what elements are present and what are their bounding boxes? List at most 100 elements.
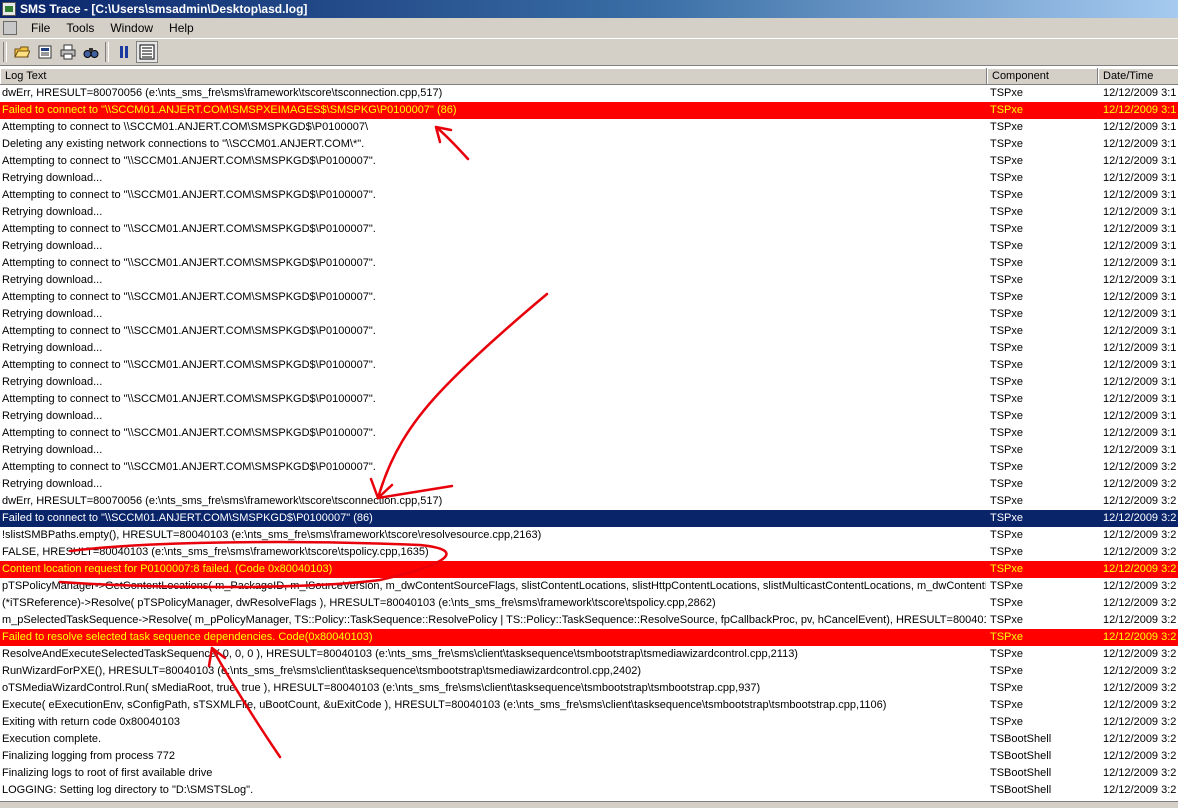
component-cell: TSPxe bbox=[990, 682, 1024, 694]
table-row[interactable]: Attempting to connect to "\\SCCM01.ANJER… bbox=[0, 289, 1178, 306]
component-cell: TSPxe bbox=[990, 529, 1024, 541]
system-menu-icon[interactable] bbox=[3, 21, 17, 35]
print-icon[interactable] bbox=[57, 41, 79, 63]
table-row[interactable]: Attempting to connect to "\\SCCM01.ANJER… bbox=[0, 459, 1178, 476]
log-text-cell: Attempting to connect to "\\SCCM01.ANJER… bbox=[2, 291, 376, 303]
table-row[interactable]: oTSMediaWizardControl.Run( sMediaRoot, t… bbox=[0, 680, 1178, 697]
table-row[interactable]: Attempting to connect to "\\SCCM01.ANJER… bbox=[0, 255, 1178, 272]
menu-file[interactable]: File bbox=[23, 21, 58, 35]
table-row[interactable]: dwErr, HRESULT=80070056 (e:\nts_sms_fre\… bbox=[0, 85, 1178, 102]
table-row[interactable]: LOGGING: Setting log directory to "D:\SM… bbox=[0, 782, 1178, 799]
menu-window[interactable]: Window bbox=[102, 21, 161, 35]
component-cell: TSPxe bbox=[990, 121, 1024, 133]
table-row[interactable]: (*iTSReference)->Resolve( pTSPolicyManag… bbox=[0, 595, 1178, 612]
date-time-cell: 12/12/2009 3:1 bbox=[1103, 257, 1177, 269]
table-row[interactable]: RunWizardForPXE(), HRESULT=80040103 (e:\… bbox=[0, 663, 1178, 680]
component-cell: TSPxe bbox=[990, 240, 1024, 252]
component-cell: TSPxe bbox=[990, 155, 1024, 167]
component-cell: TSPxe bbox=[990, 376, 1024, 388]
table-row[interactable]: Retrying download... TSPxe 12/12/2009 3:1 bbox=[0, 442, 1178, 459]
table-row[interactable]: Attempting to connect to "\\SCCM01.ANJER… bbox=[0, 425, 1178, 442]
log-text-cell: Attempting to connect to "\\SCCM01.ANJER… bbox=[2, 189, 376, 201]
table-row[interactable]: Finalizing logs to root of first availab… bbox=[0, 765, 1178, 782]
date-time-cell: 12/12/2009 3:1 bbox=[1103, 274, 1177, 286]
component-cell: TSPxe bbox=[990, 104, 1024, 116]
open-icon[interactable] bbox=[11, 41, 33, 63]
table-row[interactable]: Failed to resolve selected task sequence… bbox=[0, 629, 1178, 646]
date-time-cell: 12/12/2009 3:2 bbox=[1103, 631, 1177, 643]
table-row[interactable]: Attempting to connect to "\\SCCM01.ANJER… bbox=[0, 357, 1178, 374]
date-time-cell: 12/12/2009 3:2 bbox=[1103, 546, 1177, 558]
table-row[interactable]: !slistSMBPaths.empty(), HRESULT=80040103… bbox=[0, 527, 1178, 544]
date-time-cell: 12/12/2009 3:1 bbox=[1103, 308, 1177, 320]
table-row[interactable]: Attempting to connect to "\\SCCM01.ANJER… bbox=[0, 391, 1178, 408]
log-text-cell: !slistSMBPaths.empty(), HRESULT=80040103… bbox=[2, 529, 542, 541]
table-row[interactable]: Finalizing logging from process 772 TSBoo… bbox=[0, 748, 1178, 765]
table-row[interactable]: Attempting to connect to \\SCCM01.ANJERT… bbox=[0, 119, 1178, 136]
table-row[interactable]: Attempting to connect to "\\SCCM01.ANJER… bbox=[0, 323, 1178, 340]
table-row[interactable]: Failed to connect to "\\SCCM01.ANJERT.CO… bbox=[0, 102, 1178, 119]
table-row[interactable]: dwErr, HRESULT=80070056 (e:\nts_sms_fre\… bbox=[0, 493, 1178, 510]
table-row[interactable]: Retrying download... TSPxe 12/12/2009 3:1 bbox=[0, 170, 1178, 187]
print-preview-icon[interactable] bbox=[34, 41, 56, 63]
component-cell: TSPxe bbox=[990, 172, 1024, 184]
toolbar bbox=[0, 38, 1178, 66]
table-row[interactable]: Retrying download... TSPxe 12/12/2009 3:2 bbox=[0, 476, 1178, 493]
menu-help[interactable]: Help bbox=[161, 21, 202, 35]
table-row[interactable]: Retrying download... TSPxe 12/12/2009 3:1 bbox=[0, 204, 1178, 221]
table-row[interactable]: Retrying download... TSPxe 12/12/2009 3:1 bbox=[0, 374, 1178, 391]
table-row[interactable]: Retrying download... TSPxe 12/12/2009 3:1 bbox=[0, 272, 1178, 289]
table-row[interactable]: Exiting with return code 0x80040103 TSPxe… bbox=[0, 714, 1178, 731]
log-text-cell: m_pSelectedTaskSequence->Resolve( m_pPol… bbox=[2, 614, 986, 626]
log-list[interactable]: dwErr, HRESULT=80070056 (e:\nts_sms_fre\… bbox=[0, 85, 1178, 800]
log-text-cell: dwErr, HRESULT=80070056 (e:\nts_sms_fre\… bbox=[2, 495, 443, 507]
table-row[interactable]: Failed to connect to "\\SCCM01.ANJERT.CO… bbox=[0, 510, 1178, 527]
pause-icon[interactable] bbox=[113, 41, 135, 63]
table-row[interactable]: Retrying download... TSPxe 12/12/2009 3:1 bbox=[0, 238, 1178, 255]
component-cell: TSPxe bbox=[990, 699, 1024, 711]
table-row[interactable]: Attempting to connect to "\\SCCM01.ANJER… bbox=[0, 221, 1178, 238]
menu-tools[interactable]: Tools bbox=[58, 21, 102, 35]
list-view-icon[interactable] bbox=[136, 41, 158, 63]
title-bar: SMS Trace - [C:\Users\smsadmin\Desktop\a… bbox=[0, 0, 1178, 18]
date-time-cell: 12/12/2009 3:1 bbox=[1103, 121, 1177, 133]
component-cell: TSPxe bbox=[990, 189, 1024, 201]
table-row[interactable]: Retrying download... TSPxe 12/12/2009 3:1 bbox=[0, 340, 1178, 357]
table-row[interactable]: Attempting to connect to "\\SCCM01.ANJER… bbox=[0, 153, 1178, 170]
component-cell: TSPxe bbox=[990, 665, 1024, 677]
table-row[interactable]: Attempting to connect to "\\SCCM01.ANJER… bbox=[0, 187, 1178, 204]
date-time-cell: 12/12/2009 3:2 bbox=[1103, 512, 1177, 524]
toolbar-separator bbox=[105, 42, 109, 62]
log-text-cell: Attempting to connect to \\SCCM01.ANJERT… bbox=[2, 121, 369, 133]
date-time-cell: 12/12/2009 3:2 bbox=[1103, 699, 1177, 711]
log-text-cell: Retrying download... bbox=[2, 172, 103, 184]
table-row[interactable]: pTSPolicyManager->GetContentLocations( m… bbox=[0, 578, 1178, 595]
log-text-cell: Attempting to connect to "\\SCCM01.ANJER… bbox=[2, 461, 376, 473]
date-time-cell: 12/12/2009 3:1 bbox=[1103, 342, 1177, 354]
log-text-cell: ResolveAndExecuteSelectedTaskSequence( 0… bbox=[2, 648, 798, 660]
column-header-component[interactable]: Component bbox=[987, 68, 1098, 84]
date-time-cell: 12/12/2009 3:1 bbox=[1103, 172, 1177, 184]
date-time-cell: 12/12/2009 3:2 bbox=[1103, 750, 1177, 762]
table-row[interactable]: Retrying download... TSPxe 12/12/2009 3:1 bbox=[0, 408, 1178, 425]
table-row[interactable]: m_pSelectedTaskSequence->Resolve( m_pPol… bbox=[0, 612, 1178, 629]
log-text-cell: (*iTSReference)->Resolve( pTSPolicyManag… bbox=[2, 597, 716, 609]
table-row[interactable]: FALSE, HRESULT=80040103 (e:\nts_sms_fre\… bbox=[0, 544, 1178, 561]
component-cell: TSPxe bbox=[990, 87, 1024, 99]
column-header-log-text[interactable]: Log Text bbox=[0, 68, 987, 84]
component-cell: TSPxe bbox=[990, 410, 1024, 422]
find-icon[interactable] bbox=[80, 41, 102, 63]
table-row[interactable]: ResolveAndExecuteSelectedTaskSequence( 0… bbox=[0, 646, 1178, 663]
table-row[interactable]: Execute( eExecutionEnv, sConfigPath, sTS… bbox=[0, 697, 1178, 714]
component-cell: TSPxe bbox=[990, 393, 1024, 405]
table-row[interactable]: Retrying download... TSPxe 12/12/2009 3:1 bbox=[0, 306, 1178, 323]
date-time-cell: 12/12/2009 3:2 bbox=[1103, 733, 1177, 745]
table-row[interactable]: Deleting any existing network connection… bbox=[0, 136, 1178, 153]
table-row[interactable]: Content location request for P0100007:8 … bbox=[0, 561, 1178, 578]
log-text-cell: Attempting to connect to "\\SCCM01.ANJER… bbox=[2, 223, 376, 235]
table-row[interactable]: Execution complete. TSBootShell 12/12/2009… bbox=[0, 731, 1178, 748]
log-text-cell: Attempting to connect to "\\SCCM01.ANJER… bbox=[2, 257, 376, 269]
log-text-cell: Finalizing logs to root of first availab… bbox=[2, 767, 213, 779]
column-header-date-time[interactable]: Date/Time bbox=[1098, 68, 1178, 84]
component-cell: TSPxe bbox=[990, 291, 1024, 303]
